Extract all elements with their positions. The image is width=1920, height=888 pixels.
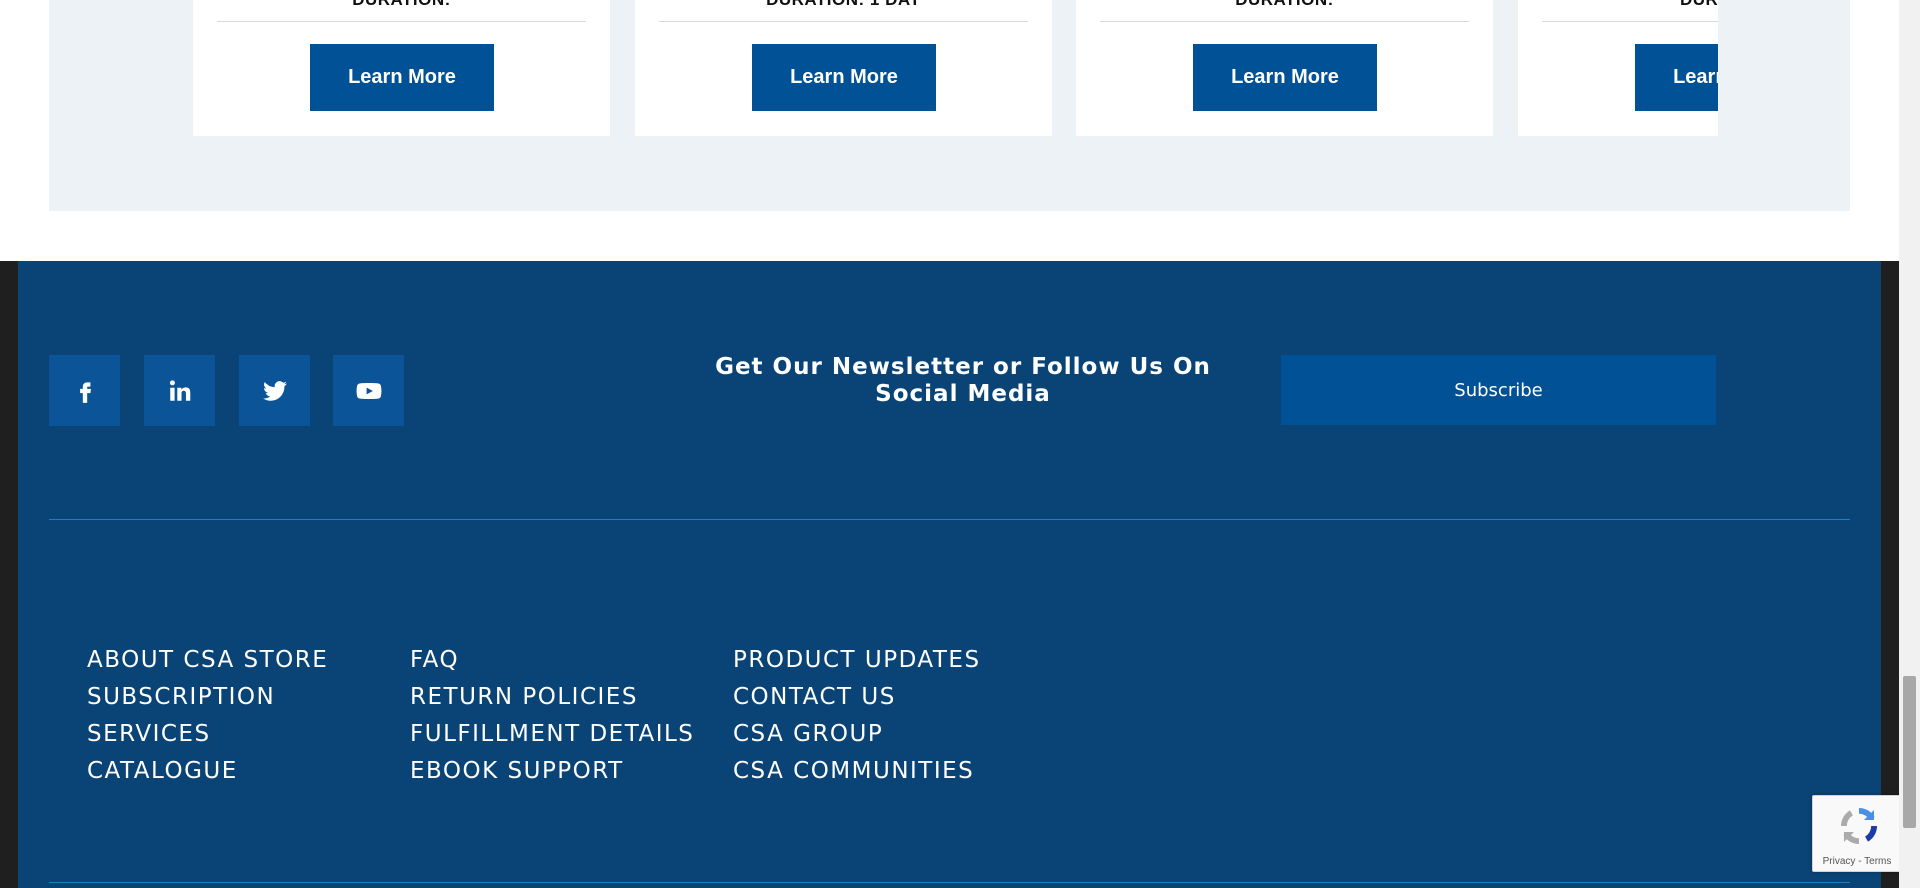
linkedin-icon [169, 379, 190, 401]
recaptcha-terms[interactable]: Privacy - Terms [1813, 856, 1899, 867]
card-divider [217, 21, 586, 22]
card-duration-label: DURA [1518, 0, 1718, 10]
cards-carousel: DURATION: Learn More DURATION: 1 DAY Lea… [193, 0, 1718, 136]
course-card: DURATION: Learn More [193, 0, 610, 136]
scrollbar-thumb[interactable] [1903, 676, 1916, 828]
learn-more-button[interactable]: Learn More [1193, 44, 1377, 111]
learn-more-button[interactable]: Learn More [1635, 44, 1718, 111]
footer-link-services[interactable]: SERVICES [87, 716, 328, 753]
card-duration-label: DURATION: [1076, 0, 1493, 10]
footer-links-column-3: PRODUCT UPDATES CONTACT US CSA GROUP CSA… [733, 642, 981, 790]
footer-link-subscription[interactable]: SUBSCRIPTION [87, 679, 328, 716]
page-scrollbar[interactable] [1899, 0, 1920, 888]
footer-link-return-policies[interactable]: RETURN POLICIES [410, 679, 694, 716]
footer-link-contact[interactable]: CONTACT US [733, 679, 981, 716]
learn-more-button[interactable]: Learn More [752, 44, 936, 111]
footer-link-catalogue[interactable]: CATALOGUE [87, 753, 328, 790]
footer-bottom-divider [49, 882, 1850, 883]
youtube-link[interactable] [333, 355, 404, 426]
right-edge-strip [1881, 261, 1899, 888]
left-edge-strip [0, 261, 18, 888]
footer-link-csa-communities[interactable]: CSA COMMUNITIES [733, 753, 981, 790]
site-footer: Get Our Newsletter or Follow Us On Socia… [18, 261, 1881, 888]
learn-more-button[interactable]: Learn More [310, 44, 494, 111]
card-duration-label: DURATION: 1 DAY [635, 0, 1052, 10]
card-duration-label: DURATION: [193, 0, 610, 10]
facebook-link[interactable] [49, 355, 120, 426]
footer-link-product-updates[interactable]: PRODUCT UPDATES [733, 642, 981, 679]
footer-link-ebook-support[interactable]: EBOOK SUPPORT [410, 753, 694, 790]
footer-link-csa-group[interactable]: CSA GROUP [733, 716, 981, 753]
viewport: DURATION: Learn More DURATION: 1 DAY Lea… [0, 0, 1899, 888]
footer-link-fulfillment[interactable]: FULFILLMENT DETAILS [410, 716, 694, 753]
subscribe-button[interactable]: Subscribe [1281, 355, 1716, 425]
newsletter-heading: Get Our Newsletter or Follow Us On Socia… [715, 354, 1211, 407]
footer-link-about[interactable]: ABOUT CSA STORE [87, 642, 328, 679]
course-card: DURATION: Learn More [1076, 0, 1493, 136]
card-divider [659, 21, 1028, 22]
recaptcha-badge[interactable]: Privacy - Terms [1812, 795, 1899, 872]
footer-link-faq[interactable]: FAQ [410, 642, 694, 679]
card-divider [1542, 21, 1718, 22]
footer-links-column-1: ABOUT CSA STORE SUBSCRIPTION SERVICES CA… [87, 642, 328, 790]
youtube-icon [356, 382, 381, 399]
page: DURATION: Learn More DURATION: 1 DAY Lea… [0, 0, 1920, 888]
card-divider [1100, 21, 1469, 22]
recaptcha-icon [1841, 808, 1877, 844]
course-card: DURA Learn More [1518, 0, 1718, 136]
facebook-icon [79, 381, 91, 403]
linkedin-link[interactable] [144, 355, 215, 426]
twitter-icon [262, 380, 287, 401]
footer-links-column-2: FAQ RETURN POLICIES FULFILLMENT DETAILS … [410, 642, 694, 790]
course-cards-section: DURATION: Learn More DURATION: 1 DAY Lea… [49, 0, 1850, 211]
twitter-link[interactable] [239, 355, 310, 426]
course-card: DURATION: 1 DAY Learn More [635, 0, 1052, 136]
footer-divider [49, 519, 1850, 520]
